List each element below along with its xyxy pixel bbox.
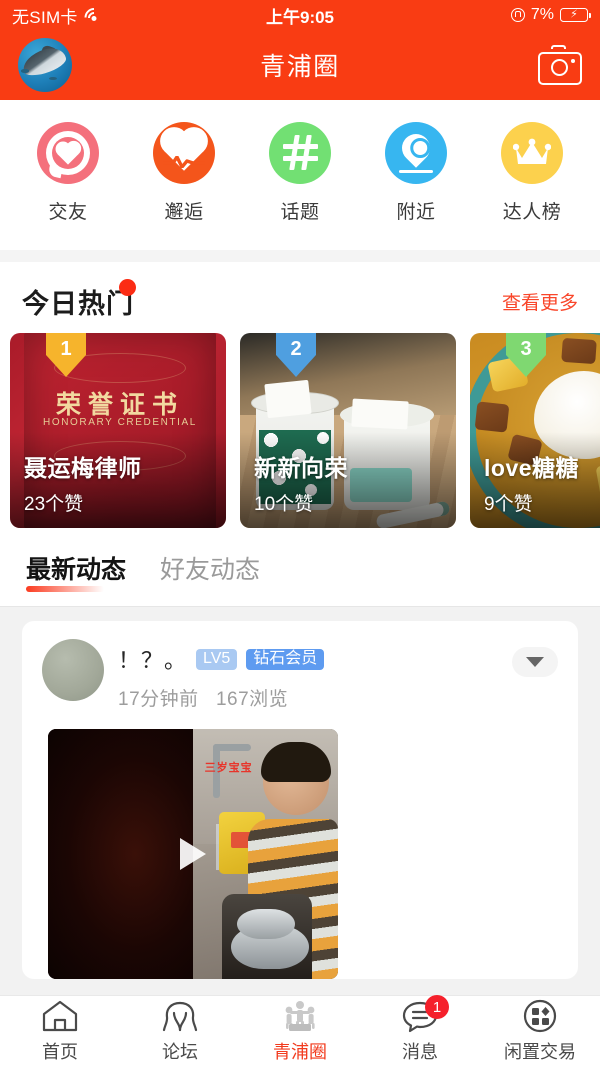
hot-card-likes: 10个赞 — [254, 494, 314, 515]
shortcut-topic[interactable]: 话题 — [252, 122, 348, 224]
nav-label: 青浦圈 — [273, 1042, 327, 1062]
hot-card-caption: 聂运梅律师 23个赞 — [24, 449, 142, 516]
hot-section: 今日热门 查看更多 荣誉证书 HONORARY CREDENTIAL 1 聂运梅… — [0, 262, 600, 544]
hashtag-bubble-icon — [269, 122, 331, 184]
rank-number: 1 — [60, 338, 72, 360]
feed-list: ！？。 LV5 钻石会员 17分钟前 167浏览 三岁宝宝 — [0, 606, 600, 995]
post-author-name: ！？。 — [118, 648, 188, 673]
red-dot-decoration — [119, 279, 136, 296]
status-right: 7% ⚡ — [510, 6, 591, 24]
hot-card-list[interactable]: 荣誉证书 HONORARY CREDENTIAL 1 聂运梅律师 23个赞 2 … — [0, 333, 600, 528]
message-badge: 1 — [425, 995, 449, 1019]
vip-badge: 钻石会员 — [246, 648, 325, 670]
hot-card-caption: 新新向荣 10个赞 — [254, 449, 348, 516]
page-title: 青浦圈 — [260, 53, 340, 81]
nav-label: 消息 — [402, 1042, 438, 1062]
post-header: ！？。 LV5 钻石会员 17分钟前 167浏览 — [42, 639, 558, 711]
hot-card[interactable]: 荣誉证书 HONORARY CREDENTIAL 1 聂运梅律师 23个赞 — [10, 333, 226, 528]
rotation-lock-icon — [510, 8, 525, 22]
nav-item-circle[interactable]: 青浦圈 — [240, 999, 360, 1064]
post-meta: ！？。 LV5 钻石会员 17分钟前 167浏览 — [118, 639, 325, 711]
shortcut-nearby[interactable]: 附近 — [368, 122, 464, 224]
shortcut-label: 达人榜 — [502, 202, 562, 223]
hot-card-likes: 23个赞 — [24, 494, 84, 515]
level-badge: LV5 — [196, 648, 238, 670]
section-title-text: 今日热门 — [22, 289, 134, 319]
shortcut-label: 交友 — [48, 202, 88, 223]
hot-card[interactable]: 2 新新向荣 10个赞 — [240, 333, 456, 528]
post-author-avatar[interactable] — [42, 639, 104, 701]
grid-trade-icon — [520, 999, 560, 1033]
hot-header: 今日热门 查看更多 — [0, 262, 600, 333]
tab-friends[interactable]: 好友动态 — [160, 550, 260, 592]
post-time: 17分钟前 — [118, 689, 199, 710]
rank-badge: 1 — [46, 333, 86, 377]
app-screen: 无SIM卡 上午9:05 7% ⚡ 青浦圈 交友 邂逅 话题 附近 达人榜 今日… — [0, 0, 600, 1067]
forum-icon — [160, 999, 200, 1033]
shortcut-row: 交友 邂逅 话题 附近 达人榜 — [0, 100, 600, 250]
tab-latest[interactable]: 最新动态 — [26, 550, 126, 592]
user-avatar-dolphin[interactable] — [18, 38, 72, 92]
battery-percent: 7% — [530, 6, 554, 23]
message-icon: 1 — [400, 995, 449, 1033]
feed-post[interactable]: ！？。 LV5 钻石会员 17分钟前 167浏览 三岁宝宝 — [22, 621, 578, 979]
nav-label: 闲置交易 — [504, 1042, 576, 1062]
hot-card-name: love糖糖 — [484, 455, 580, 481]
shortcut-encounter[interactable]: 邂逅 — [136, 122, 232, 224]
hot-card-caption: love糖糖 9个赞 — [484, 449, 579, 516]
post-subinfo: 17分钟前 167浏览 — [118, 684, 324, 711]
home-icon — [40, 999, 80, 1033]
hot-card[interactable]: 3 love糖糖 9个赞 — [470, 333, 600, 528]
bottom-nav-bar: 首页 论坛 青浦圈 1 消息 闲置交易 — [0, 995, 600, 1067]
shortcut-friend[interactable]: 交友 — [20, 122, 116, 224]
nav-item-trade[interactable]: 闲置交易 — [480, 999, 600, 1064]
shortcut-label: 附近 — [396, 202, 436, 223]
hot-card-likes: 9个赞 — [484, 494, 533, 515]
play-icon[interactable] — [180, 838, 206, 870]
rank-badge: 2 — [276, 333, 316, 377]
nav-label: 首页 — [42, 1042, 78, 1062]
battery-charging-icon: ⚡ — [560, 8, 591, 22]
camera-icon[interactable] — [538, 45, 582, 85]
certificate-subtitle: HONORARY CREDENTIAL — [43, 417, 197, 428]
hot-card-name: 新新向荣 — [254, 455, 348, 481]
shortcut-label: 邂逅 — [164, 202, 204, 223]
post-views: 167浏览 — [215, 689, 289, 710]
heart-chat-icon — [37, 122, 99, 184]
heartbeat-icon — [153, 122, 215, 184]
nav-label: 论坛 — [162, 1042, 198, 1062]
rank-badge: 3 — [506, 333, 546, 377]
hot-card-name: 聂运梅律师 — [24, 455, 142, 481]
location-pin-icon — [385, 122, 447, 184]
chevron-down-icon — [526, 657, 544, 667]
section-title: 今日热门 — [22, 279, 136, 321]
nav-item-message[interactable]: 1 消息 — [360, 995, 480, 1064]
post-video-thumbnail[interactable]: 三岁宝宝 — [48, 729, 338, 979]
video-overlay-text: 三岁宝宝 — [204, 762, 253, 774]
shortcut-ranking[interactable]: 达人榜 — [484, 122, 580, 224]
app-header: 青浦圈 — [0, 30, 600, 100]
nav-item-home[interactable]: 首页 — [0, 999, 120, 1064]
rank-number: 2 — [290, 338, 302, 360]
feed-tab-bar: 最新动态 好友动态 — [0, 544, 600, 606]
see-more-link[interactable]: 查看更多 — [502, 288, 578, 315]
crown-icon — [501, 122, 563, 184]
rank-number: 3 — [520, 338, 532, 360]
post-author-row: ！？。 LV5 钻石会员 — [118, 643, 325, 675]
nav-item-forum[interactable]: 论坛 — [120, 999, 240, 1064]
status-bar: 无SIM卡 上午9:05 7% ⚡ — [0, 0, 600, 31]
certificate-title: 荣誉证书 — [55, 391, 184, 419]
post-more-button[interactable] — [512, 647, 558, 677]
circle-people-icon — [280, 999, 320, 1033]
shortcut-label: 话题 — [280, 202, 320, 223]
